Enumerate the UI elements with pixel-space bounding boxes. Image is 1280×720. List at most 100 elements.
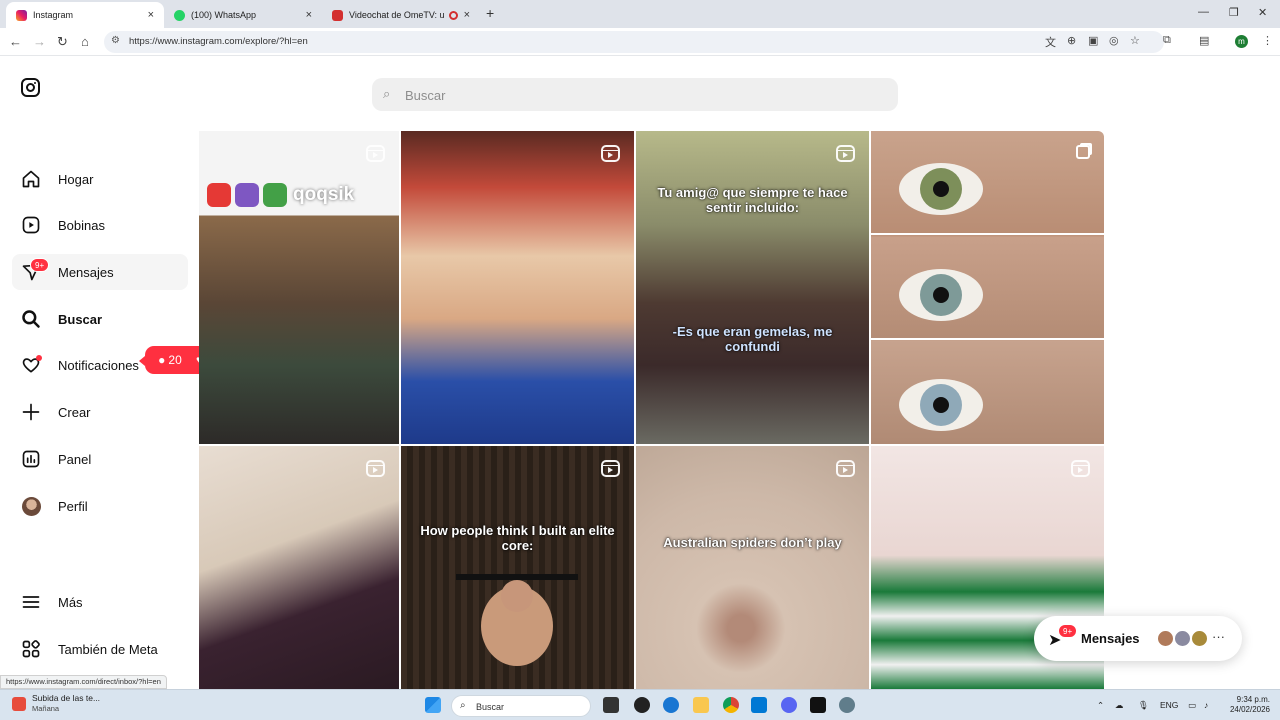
- sidebar-item-label: También de Meta: [58, 641, 158, 657]
- post-subtitle: -Es que eran gemelas, me confundi: [672, 324, 833, 354]
- home-button[interactable]: ⌂: [81, 34, 89, 49]
- eye-off-icon[interactable]: ◎: [1109, 34, 1119, 47]
- volume-icon[interactable]: ♪: [1204, 700, 1208, 710]
- sidebar-item-label: Más: [58, 594, 83, 610]
- reload-button[interactable]: ↻: [57, 34, 68, 50]
- instagram-logo-icon[interactable]: [21, 78, 40, 97]
- messages-floating-button[interactable]: ➤ 9+ Mensajes ···: [1034, 616, 1242, 661]
- side-panel-icon[interactable]: ▤: [1199, 34, 1209, 47]
- search-icon: ⌕: [460, 700, 466, 711]
- cast-icon[interactable]: ▣: [1088, 34, 1098, 47]
- comments-stat: ● 20: [158, 353, 182, 367]
- twitch-logo-icon: [235, 183, 259, 207]
- translate-icon[interactable]: 文: [1045, 34, 1056, 50]
- sidebar-item-label: Crear: [58, 404, 91, 420]
- reels-icon: [1071, 460, 1090, 477]
- forward-button[interactable]: →: [33, 34, 46, 49]
- new-tab-button[interactable]: +: [486, 5, 494, 21]
- news-widget[interactable]: Subida de las te... Mañana: [12, 693, 100, 714]
- messages-badge: 9+: [30, 258, 50, 272]
- taskbar-search-label: Buscar: [476, 702, 505, 712]
- reels-icon: [18, 212, 44, 238]
- explore-post-4[interactable]: [871, 131, 1104, 444]
- explore-post-7[interactable]: Australian spiders don’t play: [636, 446, 869, 689]
- sidebar-item-label: Notificaciones: [58, 357, 139, 373]
- taskbar-search[interactable]: ⌕ Buscar: [451, 695, 591, 717]
- more-icon: ···: [1212, 629, 1225, 644]
- sidebar-item-profile[interactable]: Perfil: [12, 488, 188, 524]
- search-input[interactable]: ⌕ Buscar: [372, 78, 898, 111]
- tray-chevron-icon[interactable]: ⌃: [1097, 700, 1104, 711]
- url-text: https://www.instagram.com/explore/?hl=en: [129, 36, 308, 47]
- sidebar-item-label: Panel: [58, 451, 92, 467]
- sidebar-item-home[interactable]: Hogar: [12, 161, 188, 197]
- sidebar-item-label: Hogar: [58, 171, 94, 187]
- restore-button[interactable]: ❐: [1229, 6, 1239, 19]
- browser-menu-icon[interactable]: ⋮: [1262, 34, 1273, 47]
- windows-taskbar: Subida de las te... Mañana ⌕ Buscar ⌃ ☁ …: [0, 689, 1280, 720]
- explore-post-5[interactable]: [199, 446, 399, 689]
- kick-logo-icon: [263, 183, 287, 207]
- sidebar-item-search[interactable]: Buscar: [12, 301, 188, 337]
- sidebar-item-also-from-meta[interactable]: También de Meta: [12, 631, 188, 667]
- youtube-logo-icon: [207, 183, 231, 207]
- comment-icon: ●: [158, 353, 166, 367]
- explore-post-1[interactable]: qoqsik: [199, 131, 399, 444]
- network-icon[interactable]: ▭: [1188, 700, 1196, 711]
- sidebar-item-reels[interactable]: Bobinas: [12, 207, 188, 243]
- close-tab-icon[interactable]: ×: [148, 9, 154, 21]
- back-button[interactable]: ←: [9, 34, 22, 49]
- edge-icon[interactable]: [663, 697, 679, 713]
- eyes-image: [871, 163, 1104, 431]
- streamer-name: qoqsik: [293, 184, 355, 205]
- comments-count: 20: [168, 353, 182, 367]
- epic-games-icon[interactable]: [810, 697, 826, 713]
- news-text: Subida de las te... Mañana: [32, 693, 100, 714]
- clock[interactable]: 9:34 p.m. 24/02/2026: [1226, 695, 1270, 716]
- explore-post-6[interactable]: How people think I built an elite core:: [401, 446, 634, 689]
- browser-tab-strip: Instagram × (100) WhatsApp × Videochat d…: [0, 0, 1280, 28]
- discord-icon[interactable]: [781, 697, 797, 713]
- messages-label: Mensajes: [1081, 631, 1140, 646]
- language-indicator[interactable]: ENG: [1160, 700, 1178, 710]
- reels-icon: [601, 145, 620, 162]
- address-bar[interactable]: ⚙ https://www.instagram.com/explore/?hl=…: [104, 31, 1164, 53]
- tab-whatsapp[interactable]: (100) WhatsApp ×: [164, 2, 322, 28]
- whatsapp-favicon-icon: [174, 9, 185, 21]
- clock-date: 24/02/2026: [1229, 705, 1270, 715]
- reels-icon: [366, 460, 385, 477]
- tab-instagram[interactable]: Instagram ×: [6, 2, 164, 28]
- chrome-icon[interactable]: [723, 697, 739, 713]
- sidebar-item-dashboard[interactable]: Panel: [12, 441, 188, 477]
- close-tab-icon[interactable]: ×: [306, 9, 312, 21]
- browser-profile-avatar[interactable]: m: [1235, 35, 1248, 48]
- zoom-icon[interactable]: ⊕: [1067, 34, 1076, 47]
- onedrive-icon[interactable]: ☁: [1115, 700, 1124, 711]
- tab-title: (100) WhatsApp: [191, 10, 257, 20]
- explore-post-3[interactable]: Tu amig@ que siempre te hace sentir incl…: [636, 131, 869, 444]
- app-icon[interactable]: [634, 697, 650, 713]
- bookmark-star-icon[interactable]: ☆: [1130, 34, 1140, 47]
- status-url-tooltip: https://www.instagram.com/direct/inbox/?…: [0, 675, 167, 689]
- windows-start-icon[interactable]: [425, 697, 441, 713]
- close-window-button[interactable]: ✕: [1258, 6, 1267, 19]
- site-info-icon[interactable]: ⚙: [111, 35, 120, 46]
- extensions-icon[interactable]: ⧉: [1163, 34, 1171, 47]
- tab-ometv[interactable]: Videochat de OmeTV: una ×: [322, 2, 480, 28]
- microphone-icon[interactable]: 🎙: [1138, 700, 1149, 711]
- settings-icon[interactable]: [839, 697, 855, 713]
- minimize-button[interactable]: —: [1198, 6, 1209, 18]
- sidebar-item-label: Buscar: [58, 311, 103, 327]
- sidebar-item-create[interactable]: Crear: [12, 394, 188, 430]
- reels-icon: [836, 460, 855, 477]
- messages-badge: 9+: [1058, 624, 1078, 638]
- search-icon: [18, 306, 44, 332]
- store-icon[interactable]: [751, 697, 767, 713]
- news-subtitle: Mañana: [32, 703, 60, 713]
- post-caption: Tu amig@ que siempre te hace sentir incl…: [657, 185, 848, 215]
- close-tab-icon[interactable]: ×: [464, 9, 470, 21]
- explore-post-2[interactable]: [401, 131, 634, 444]
- task-view-icon[interactable]: [603, 697, 619, 713]
- file-explorer-icon[interactable]: [693, 697, 709, 713]
- sidebar-item-more[interactable]: Más: [12, 584, 188, 620]
